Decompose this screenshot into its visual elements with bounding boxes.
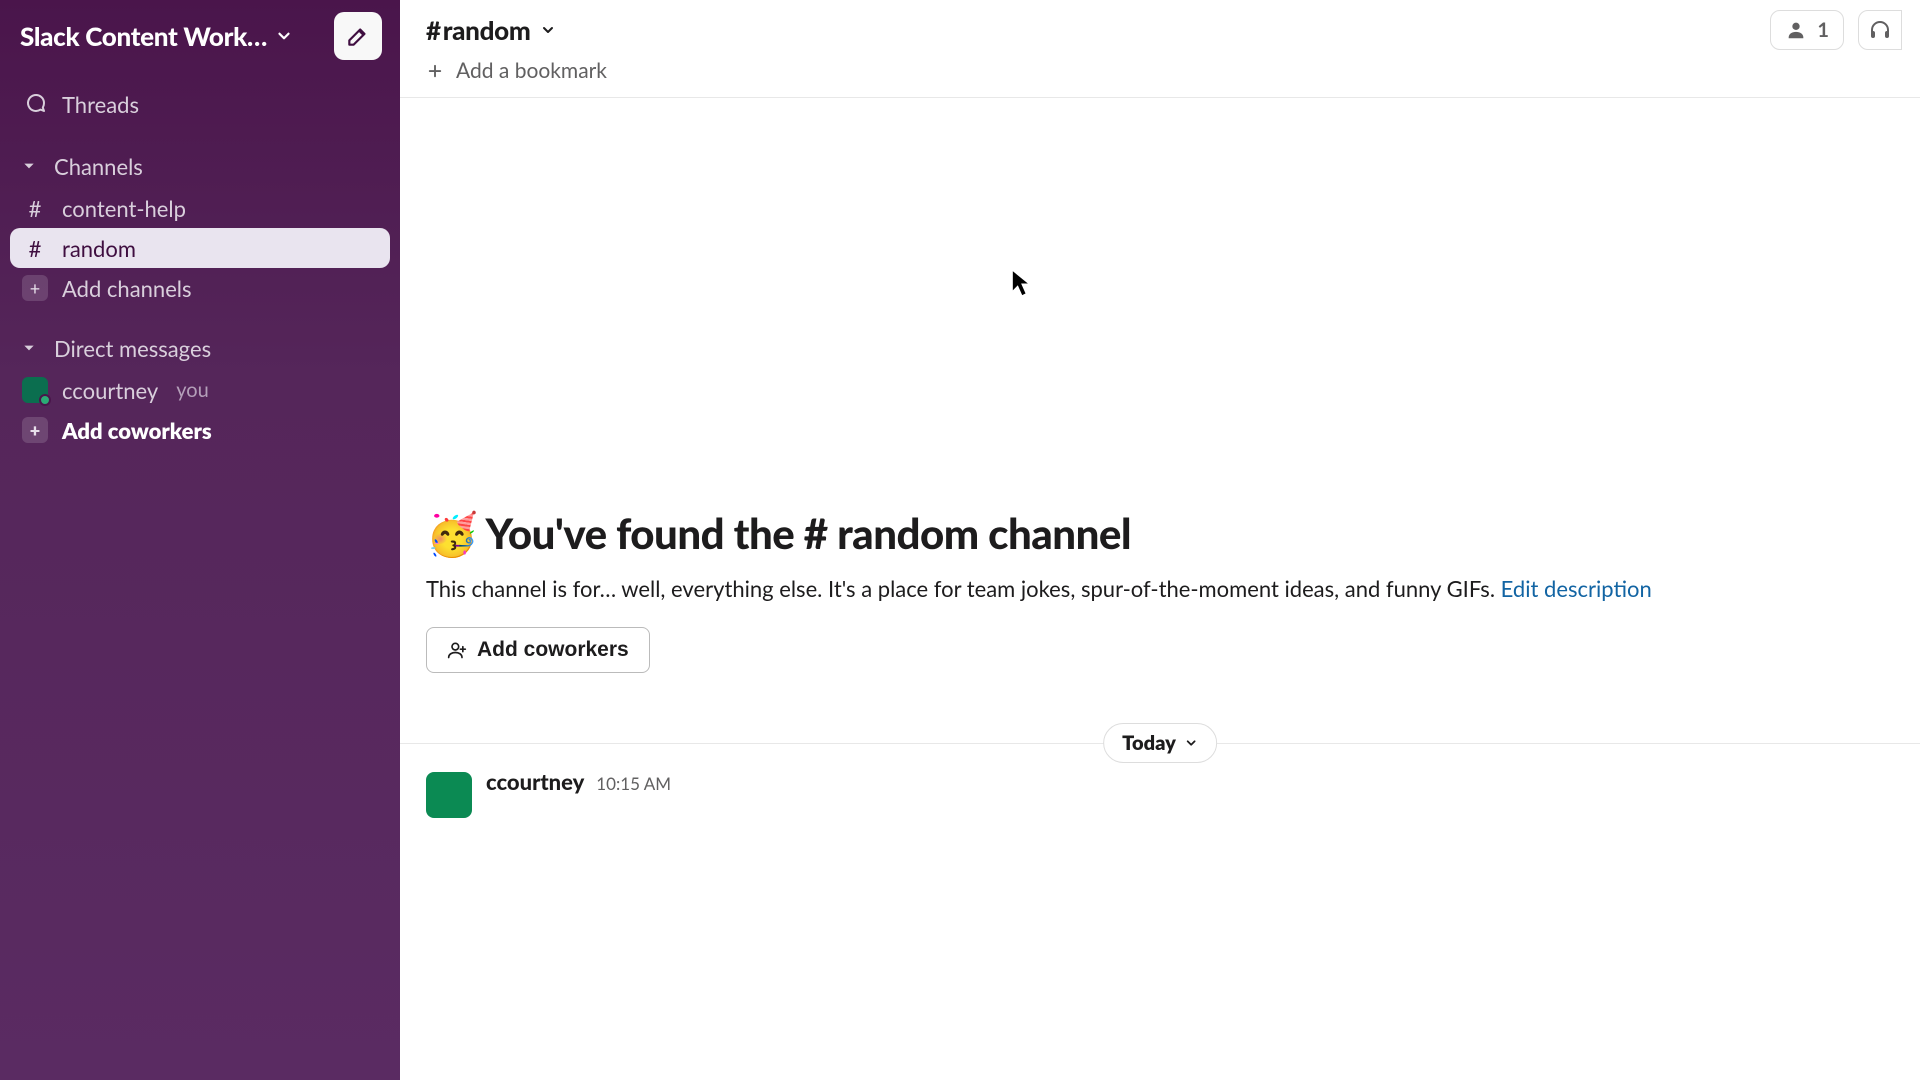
channel-title-button[interactable]: #random (426, 14, 556, 46)
channel-title: #random (426, 14, 530, 46)
member-count: 1 (1817, 18, 1829, 42)
channel-header: #random 1 (400, 0, 1920, 52)
date-label: Today (1122, 731, 1176, 755)
channel-name: random (62, 235, 136, 262)
channel-name: random (443, 14, 531, 46)
message-author[interactable]: ccourtney (486, 768, 584, 795)
plus-icon: + (22, 417, 48, 443)
compose-button[interactable] (334, 12, 382, 60)
plus-icon (426, 62, 444, 80)
add-bookmark-button[interactable]: Add a bookmark (400, 52, 1920, 98)
dms-section-header[interactable]: Direct messages (10, 326, 390, 370)
add-channels-button[interactable]: + Add channels (10, 268, 390, 308)
welcome-add-coworkers-label: Add coworkers (477, 638, 629, 662)
dm-name: ccourtney (62, 377, 158, 404)
sidebar: Slack Content Work… Threads Channels (0, 0, 400, 1080)
channel-welcome: 🥳 You've found the # random channel This… (400, 98, 1920, 697)
add-bookmark-label: Add a bookmark (456, 58, 607, 83)
message-timestamp[interactable]: 10:15 AM (596, 773, 671, 794)
welcome-description: This channel is for… well, everything el… (426, 574, 1894, 605)
welcome-desc-text: This channel is for… well, everything el… (426, 575, 1501, 602)
presence-active-icon (39, 394, 51, 406)
add-person-icon (447, 640, 467, 660)
you-tag: you (176, 378, 209, 402)
add-coworkers-button[interactable]: + Add coworkers (10, 410, 390, 450)
date-pill[interactable]: Today (1103, 723, 1217, 763)
channel-header-actions: 1 (1770, 10, 1902, 50)
sidebar-channel-random[interactable]: # random (10, 228, 390, 268)
threads-label: Threads (62, 91, 139, 118)
party-emoji-icon: 🥳 (426, 508, 478, 558)
sidebar-item-threads[interactable]: Threads (10, 82, 390, 126)
hash-icon: # (22, 235, 48, 262)
welcome-add-coworkers-button[interactable]: Add coworkers (426, 627, 650, 673)
person-icon (1785, 19, 1807, 41)
sidebar-channel-content-help[interactable]: # content-help (10, 188, 390, 228)
channels-section-header[interactable]: Channels (10, 144, 390, 188)
sidebar-nav: Threads Channels # content-help # random… (0, 72, 400, 450)
message-pane: 🥳 You've found the # random channel This… (400, 98, 1920, 1080)
workspace-name: Slack Content Work… (20, 20, 267, 52)
avatar[interactable] (426, 772, 472, 818)
hash-icon: # (426, 14, 441, 46)
channels-section-label: Channels (54, 153, 143, 180)
date-divider: Today (400, 743, 1920, 744)
add-coworkers-label: Add coworkers (62, 417, 212, 444)
welcome-title: 🥳 You've found the # random channel (426, 508, 1894, 560)
main-pane: #random 1 Add a bookmark (400, 0, 1920, 1080)
edit-description-link[interactable]: Edit description (1501, 575, 1652, 602)
plus-icon: + (22, 275, 48, 301)
workspace-switcher[interactable]: Slack Content Work… (20, 20, 293, 52)
workspace-header: Slack Content Work… (0, 0, 400, 72)
caret-down-icon (22, 341, 42, 355)
welcome-title-text: You've found the # random channel (486, 508, 1132, 558)
add-channels-label: Add channels (62, 275, 192, 302)
avatar (22, 377, 48, 403)
threads-icon (22, 92, 48, 116)
sidebar-dm-ccourtney[interactable]: ccourtney you (10, 370, 390, 410)
caret-down-icon (22, 159, 42, 173)
message-body: ccourtney 10:15 AM (486, 768, 671, 818)
huddle-button[interactable] (1858, 10, 1902, 50)
hash-icon: # (22, 195, 48, 222)
channel-name: content-help (62, 195, 186, 222)
message-meta: ccourtney 10:15 AM (486, 768, 671, 795)
member-count-button[interactable]: 1 (1770, 10, 1844, 50)
chevron-down-icon (275, 27, 293, 45)
dms-section-label: Direct messages (54, 335, 211, 362)
chevron-down-icon (540, 22, 556, 38)
chevron-down-icon (1184, 736, 1198, 750)
headphones-icon (1868, 18, 1892, 42)
